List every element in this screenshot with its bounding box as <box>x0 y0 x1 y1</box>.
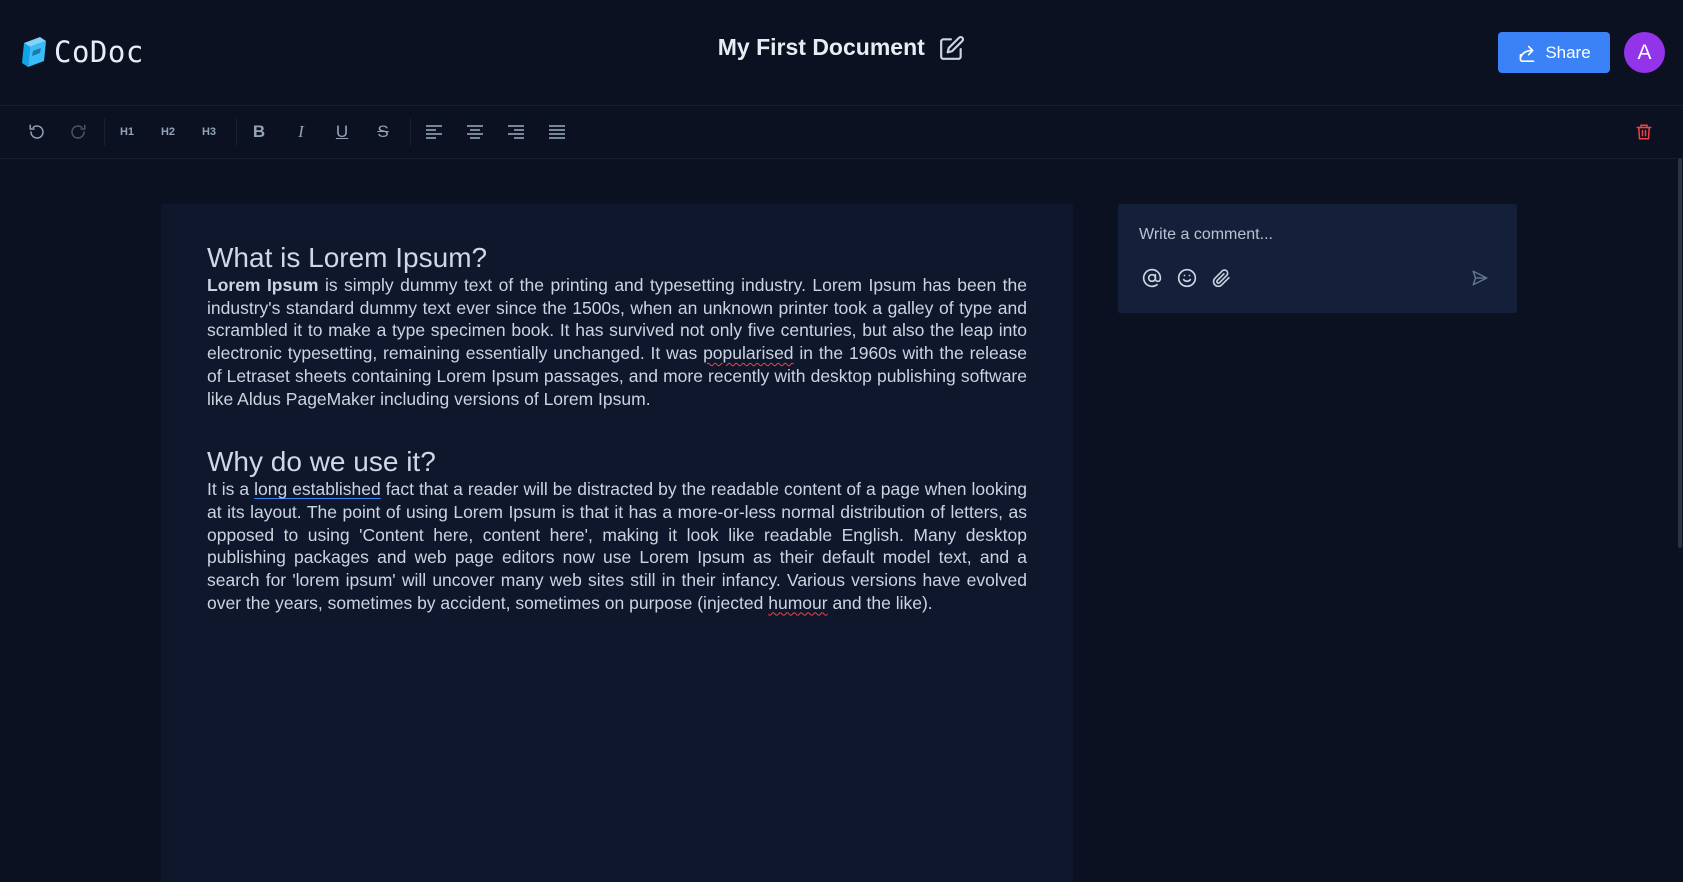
document-content[interactable]: What is Lorem Ipsum? Lorem Ipsum is simp… <box>207 242 1027 614</box>
top-header: CoDoc My First Document Share A <box>0 0 1683 106</box>
delete-document-button[interactable] <box>1628 116 1660 148</box>
emoji-icon <box>1177 268 1197 288</box>
document-editor[interactable]: What is Lorem Ipsum? Lorem Ipsum is simp… <box>161 204 1073 882</box>
heading2-button[interactable]: H2 <box>152 116 184 148</box>
avatar-initial: A <box>1637 40 1652 64</box>
send-comment-button[interactable] <box>1468 266 1492 290</box>
toolbar-divider <box>236 118 237 146</box>
formatting-toolbar: H1 H2 H3 B I U S <box>0 106 1683 159</box>
align-justify-icon <box>549 125 565 139</box>
user-avatar[interactable]: A <box>1624 32 1665 73</box>
redo-icon <box>71 124 86 139</box>
mention-icon <box>1142 268 1162 288</box>
align-left-button[interactable] <box>418 116 450 148</box>
align-left-icon <box>426 125 442 139</box>
align-justify-button[interactable] <box>541 116 573 148</box>
comment-panel <box>1118 204 1517 313</box>
trash-icon <box>1636 124 1652 140</box>
bold-text: Lorem Ipsum <box>207 275 319 295</box>
align-center-icon <box>467 125 483 139</box>
share-button[interactable]: Share <box>1498 32 1610 73</box>
heading3-button[interactable]: H3 <box>193 116 225 148</box>
emoji-button[interactable] <box>1175 266 1199 290</box>
paragraph-text: and the like). <box>827 592 933 613</box>
align-right-button[interactable] <box>500 116 532 148</box>
align-center-button[interactable] <box>459 116 491 148</box>
undo-button[interactable] <box>21 116 53 148</box>
comment-input[interactable] <box>1137 222 1491 248</box>
share-label: Share <box>1545 42 1591 62</box>
paragraph: It is a long established fact that a rea… <box>207 478 1027 614</box>
toolbar-divider <box>104 118 105 146</box>
scrollbar-thumb[interactable] <box>1678 158 1682 548</box>
attachment-button[interactable] <box>1209 266 1233 290</box>
highlighted-text[interactable]: long established <box>254 479 381 499</box>
misspelled-word[interactable]: popularised <box>703 343 793 363</box>
heading1-button[interactable]: H1 <box>111 116 143 148</box>
share-icon <box>1519 45 1535 62</box>
page-scrollbar[interactable] <box>1677 158 1683 882</box>
attachment-icon <box>1212 268 1230 287</box>
document-title-area: My First Document <box>0 34 1683 70</box>
send-icon <box>1472 270 1488 286</box>
mention-button[interactable] <box>1140 266 1164 290</box>
toolbar-divider <box>410 118 411 146</box>
section-heading: What is Lorem Ipsum? <box>207 242 488 273</box>
paragraph-text: It is a <box>207 479 255 500</box>
redo-button[interactable] <box>62 116 94 148</box>
edit-title-icon[interactable] <box>939 35 965 61</box>
strikethrough-button[interactable]: S <box>367 116 399 148</box>
bold-button[interactable]: B <box>243 116 275 148</box>
paragraph: Lorem Ipsum is simply dummy text of the … <box>207 274 1027 410</box>
document-title: My First Document <box>717 34 925 60</box>
align-right-icon <box>508 125 524 139</box>
italic-button[interactable]: I <box>285 116 317 148</box>
underline-button[interactable]: U <box>326 116 358 148</box>
section-heading: Why do we use it? <box>207 446 436 478</box>
misspelled-word[interactable]: humour <box>768 593 827 613</box>
undo-icon <box>29 124 44 139</box>
